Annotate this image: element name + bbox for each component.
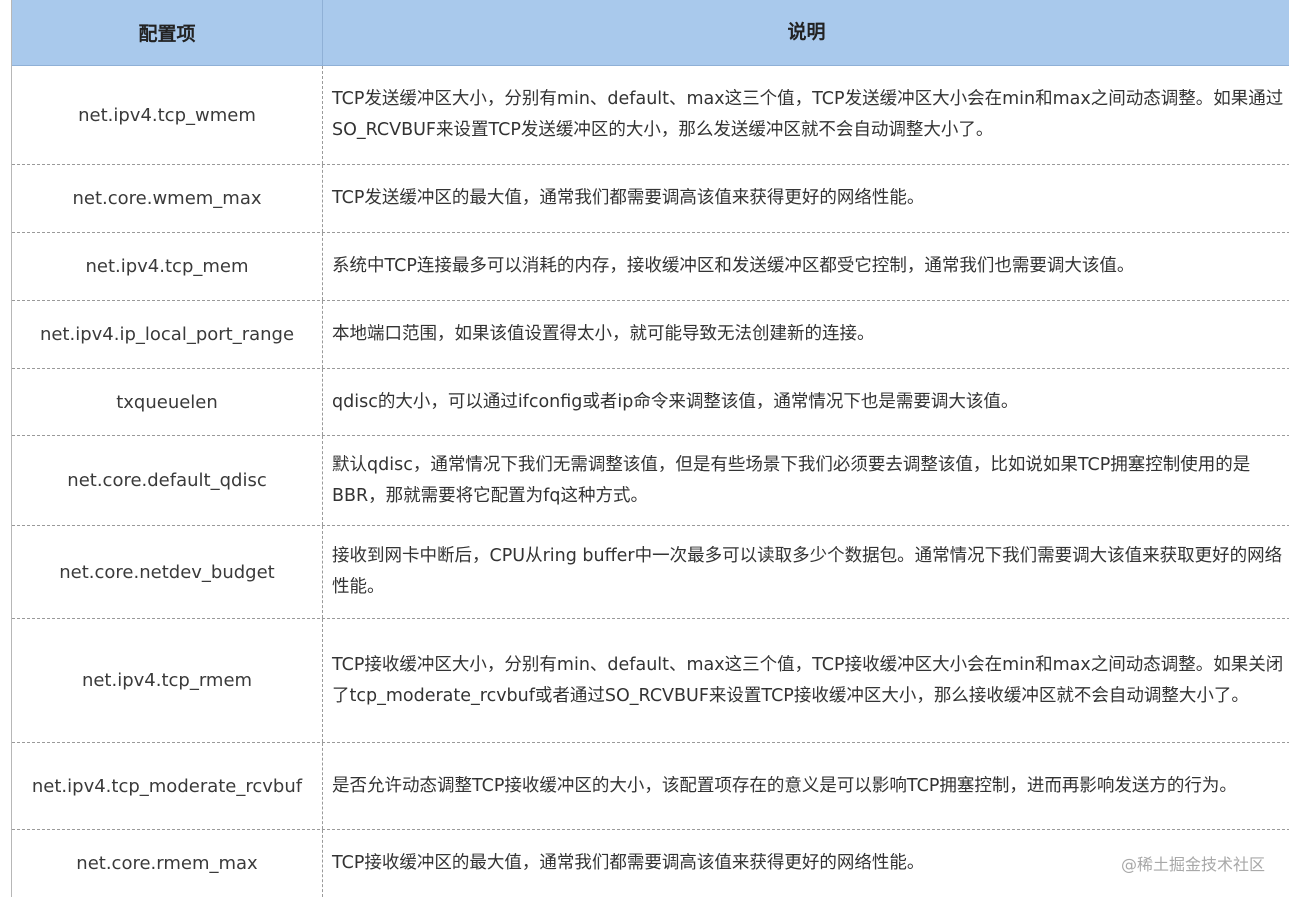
config-description: qdisc的大小，可以通过ifconfig或者ip命令来调整该值，通常情况下也是… xyxy=(332,391,1019,412)
config-description: TCP发送缓冲区大小，分别有min、default、max这三个值，TCP发送缓… xyxy=(332,89,1284,140)
config-key: txqueuelen xyxy=(12,369,323,435)
config-description: TCP发送缓冲区的最大值，通常我们都需要调高该值来获得更好的网络性能。 xyxy=(332,188,925,208)
config-description: 本地端口范围，如果该值设置得太小，就可能导致无法创建新的连接。 xyxy=(332,324,875,344)
config-key: net.ipv4.tcp_wmem xyxy=(12,66,323,164)
table-row: net.ipv4.tcp_mem 系统中TCP连接最多可以消耗的内存，接收缓冲区… xyxy=(12,233,1289,301)
table-row: net.ipv4.tcp_moderate_rcvbuf 是否允许动态调整TCP… xyxy=(12,743,1289,830)
config-description: 是否允许动态调整TCP接收缓冲区的大小，该配置项存在的意义是可以影响TCP拥塞控… xyxy=(332,775,1237,796)
config-description: 默认qdisc，通常情况下我们无需调整该值，但是有些场景下我们必须要去调整该值，… xyxy=(332,454,1251,506)
table-row: net.core.netdev_budget 接收到网卡中断后，CPU从ring… xyxy=(12,526,1289,619)
config-key: net.core.rmem_max xyxy=(12,830,323,897)
table-row: net.core.default_qdisc 默认qdisc，通常情况下我们无需… xyxy=(12,436,1289,526)
table-header-row: 配置项 说明 xyxy=(12,0,1289,66)
table-row: net.ipv4.ip_local_port_range 本地端口范围，如果该值… xyxy=(12,301,1289,369)
table-row: net.ipv4.tcp_wmem TCP发送缓冲区大小，分别有min、defa… xyxy=(12,66,1289,165)
config-key: net.ipv4.tcp_moderate_rcvbuf xyxy=(12,743,323,829)
config-key: net.ipv4.tcp_mem xyxy=(12,233,323,300)
table-row: net.core.rmem_max TCP接收缓冲区的最大值，通常我们都需要调高… xyxy=(12,830,1289,897)
table-row: net.ipv4.tcp_rmem TCP接收缓冲区大小，分别有min、defa… xyxy=(12,619,1289,743)
config-key: net.ipv4.ip_local_port_range xyxy=(12,301,323,368)
config-key: net.core.default_qdisc xyxy=(12,436,323,525)
config-description: TCP接收缓冲区大小，分别有min、default、max这三个值，TCP接收缓… xyxy=(332,654,1284,706)
config-table: 配置项 说明 net.ipv4.tcp_wmem TCP发送缓冲区大小，分别有m… xyxy=(11,0,1289,897)
header-config-item: 配置项 xyxy=(12,0,323,65)
config-description: 接收到网卡中断后，CPU从ring buffer中一次最多可以读取多少个数据包。… xyxy=(332,546,1283,597)
config-key: net.core.netdev_budget xyxy=(12,526,323,618)
table-row: net.core.wmem_max TCP发送缓冲区的最大值，通常我们都需要调高… xyxy=(12,165,1289,233)
watermark: @稀土掘金技术社区 xyxy=(1120,855,1265,874)
table-row: txqueuelen qdisc的大小，可以通过ifconfig或者ip命令来调… xyxy=(12,369,1289,436)
config-key: net.core.wmem_max xyxy=(12,165,323,232)
header-description: 说明 xyxy=(787,21,826,43)
config-key: net.ipv4.tcp_rmem xyxy=(12,619,323,742)
config-description: 系统中TCP连接最多可以消耗的内存，接收缓冲区和发送缓冲区都受它控制，通常我们也… xyxy=(332,256,1135,276)
